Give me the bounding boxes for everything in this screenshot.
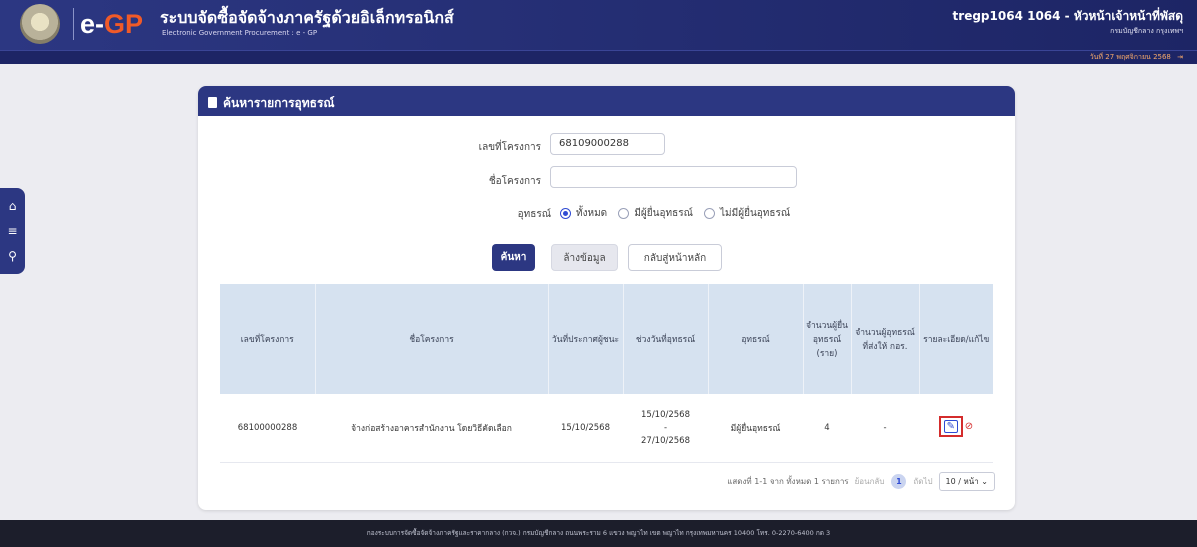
edit-icon: ✎ [943, 419, 958, 433]
table-header-row: เลขที่โครงการ ชื่อโครงการ วันที่ประกาศผู… [220, 284, 993, 394]
appeal-table: เลขที่โครงการ ชื่อโครงการ วันที่ประกาศผู… [220, 284, 993, 463]
home-icon[interactable]: ⌂ [4, 199, 22, 213]
page-1-button[interactable]: 1 [891, 474, 907, 489]
cell-sent-count: - [851, 394, 919, 463]
cell-appeal-period: 15/10/2568 - 27/10/2568 [623, 394, 708, 463]
appeal-label: อุทธรณ์ [517, 209, 551, 220]
col-project-name: ชื่อโครงการ [315, 284, 549, 394]
col-announce-date: วันที่ประกาศผู้ชนะ [548, 284, 624, 394]
project-no-label: เลขที่โครงการ [478, 142, 541, 153]
back-home-button[interactable]: กลับสู่หน้าหลัก [628, 244, 722, 271]
next-page-button[interactable]: ถัดไป [913, 475, 932, 488]
cell-appeal-status: มีผู้ยื่นอุทธรณ์ [708, 394, 803, 463]
col-appeal-period: ช่วงวันที่อุทธรณ์ [623, 284, 709, 394]
logo-divider [73, 8, 74, 40]
appeal-period-separator: - [663, 422, 668, 433]
radio-unselected-icon [704, 208, 716, 219]
cell-project-name: จ้างก่อสร้างอาคารสำนักงาน โดยวิธีคัดเลือ… [315, 394, 548, 463]
col-appellant-count: จำนวนผู้ยื่นอุทธรณ์ (ราย) [803, 284, 852, 394]
card-title: ค้นหารายการอุทธรณ์ [223, 96, 335, 110]
user-name[interactable]: tregp1064 1064 - หัวหน้าเจ้าหน้าที่พัสดุ [953, 7, 1183, 26]
search-button[interactable]: ค้นหา [492, 244, 535, 271]
cell-actions: ✎ ⊘ [919, 394, 993, 463]
radio-unselected-icon [618, 208, 630, 219]
cell-appellant-count: 4 [803, 394, 851, 463]
search-icon[interactable]: ⚲ [4, 249, 22, 263]
delete-icon[interactable]: ⊘ [965, 421, 973, 432]
project-no-input[interactable]: 68109000288 [550, 133, 665, 155]
col-project-no: เลขที่โครงการ [220, 284, 316, 394]
col-appeal: อุทธรณ์ [708, 284, 804, 394]
menu-icon[interactable]: ≡ [4, 224, 22, 238]
table-row: 68100000288 จ้างก่อสร้างอาคารสำนักงาน โด… [220, 394, 993, 463]
government-seal-logo [20, 4, 60, 44]
radio-has-appeal[interactable]: มีผู้ยื่นอุทธรณ์ [618, 206, 693, 221]
edit-button[interactable]: ✎ [938, 415, 963, 437]
project-name-label: ชื่อโครงการ [488, 176, 541, 187]
footer: กองระบบการจัดซื้อจัดจ้างภาครัฐและราคากลา… [0, 520, 1197, 547]
appeal-radio-group: ทั้งหมด มีผู้ยื่นอุทธรณ์ ไม่มีผู้ยื่นอุท… [560, 206, 798, 222]
col-sent-count: จำนวนผู้อุทธรณ์ที่ส่งให้ กอร. [851, 284, 920, 394]
date-bar: วันที่ 27 พฤศจิกายน 2568 ⇥ [1090, 52, 1183, 63]
radio-selected-icon [560, 208, 571, 219]
pagination: แสดงที่ 1-1 จาก ทั้งหมด 1 รายการ ย้อนกลั… [727, 472, 995, 491]
site-subtitle: Electronic Government Procurement : e - … [162, 29, 318, 37]
chevron-down-icon: ⌄ [981, 477, 988, 486]
cell-project-no: 68100000288 [220, 394, 315, 463]
appeal-start-date: 15/10/2568 [641, 409, 690, 420]
col-detail-edit: รายละเอียด/แก้ไข [919, 284, 993, 394]
document-icon [208, 97, 217, 108]
side-toolbar: ⌂ ≡ ⚲ [0, 188, 25, 274]
card-header: ค้นหารายการอุทธรณ์ [198, 86, 1015, 116]
logout-icon[interactable]: ⇥ [1177, 53, 1183, 61]
project-name-input[interactable] [550, 166, 797, 188]
clear-button[interactable]: ล้างข้อมูล [551, 244, 618, 271]
header-subbar [0, 50, 1197, 64]
radio-no-appeal[interactable]: ไม่มีผู้ยื่นอุทธรณ์ [704, 206, 790, 221]
site-title: ระบบจัดซื้อจัดจ้างภาครัฐด้วยอิเล็กทรอนิก… [160, 8, 454, 27]
prev-page-button[interactable]: ย้อนกลับ [855, 475, 885, 488]
cell-announce-date: 15/10/2568 [548, 394, 623, 463]
appeal-end-date: 27/10/2568 [641, 435, 690, 446]
pagination-summary: แสดงที่ 1-1 จาก ทั้งหมด 1 รายการ [727, 477, 849, 486]
radio-all[interactable]: ทั้งหมด [560, 206, 607, 221]
row-actions: ✎ ⊘ [938, 415, 973, 437]
user-department: กรมบัญชีกลาง กรุงเทพฯ [1110, 27, 1183, 35]
search-appeal-card: ค้นหารายการอุทธรณ์ เลขที่โครงการ 6810900… [198, 86, 1015, 510]
per-page-select[interactable]: 10 / หน้า ⌄ [938, 472, 995, 491]
egp-logo: e-GP [80, 9, 144, 39]
current-date: วันที่ 27 พฤศจิกายน 2568 [1089, 53, 1171, 61]
